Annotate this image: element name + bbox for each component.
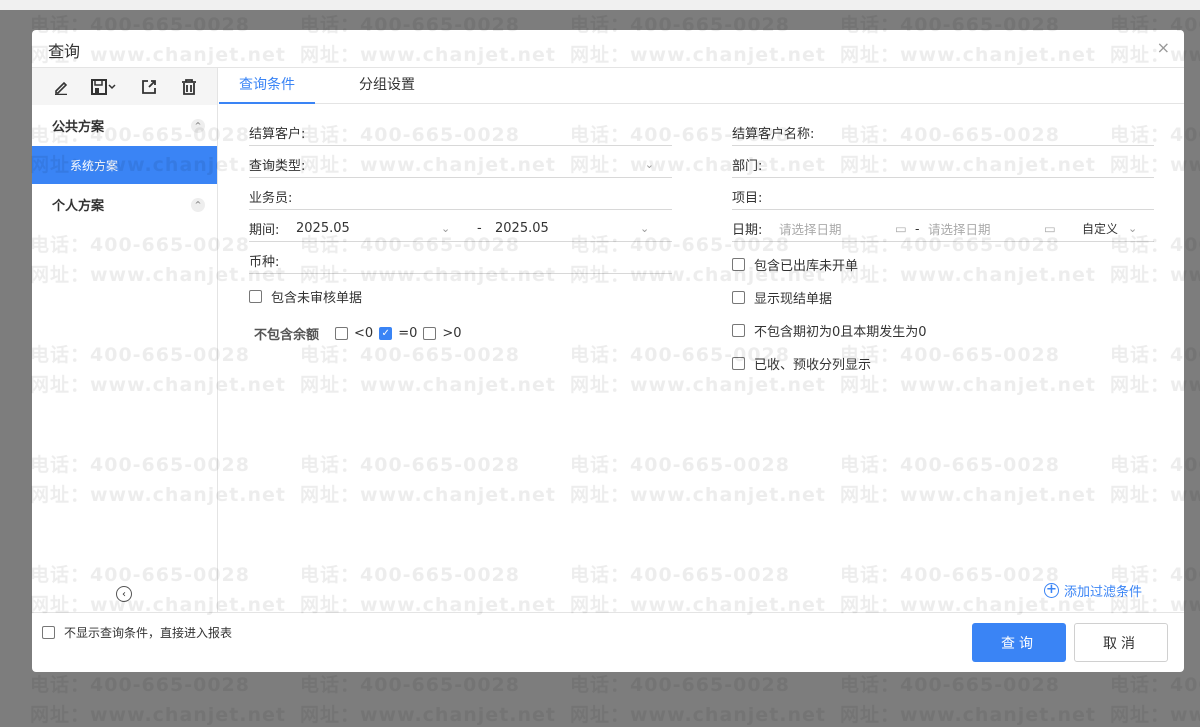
separator: -	[915, 221, 920, 236]
watermark-text: 网址：www.chanjet.net	[30, 704, 286, 726]
eq0-checkbox[interactable]: ✓	[379, 327, 393, 340]
checkbox-label: 包含已出库未开单	[754, 259, 859, 274]
opt-separate-columns-checkbox[interactable]: 已收、预收分列显示	[732, 354, 871, 373]
field-label: 业务员:	[249, 191, 293, 206]
exclude-balance-row: 不包含余额 <0 ✓ =0 >0	[254, 324, 462, 343]
department-field[interactable]: 部门:	[732, 152, 1154, 178]
period-from-select[interactable]: 2025.05	[296, 221, 441, 236]
scheme-item-system[interactable]: 系统方案	[32, 146, 217, 184]
date-mode-select[interactable]: 自定义	[1082, 220, 1128, 237]
edit-icon[interactable]	[50, 76, 72, 98]
plus-circle-icon: +	[1044, 583, 1059, 598]
chevron-up-icon[interactable]: ^	[191, 197, 205, 212]
add-filter-link[interactable]: + 添加过滤条件	[1044, 581, 1142, 600]
customer-name-field[interactable]: 结算客户名称:	[732, 120, 1154, 146]
add-filter-label: 添加过滤条件	[1064, 585, 1143, 600]
project-field[interactable]: 项目:	[732, 184, 1154, 210]
checkbox[interactable]	[732, 291, 745, 304]
checkbox[interactable]	[732, 357, 745, 370]
tab-bar: 查询条件 分组设置	[219, 68, 1184, 104]
field-label: 期间:	[249, 223, 280, 238]
query-button[interactable]: 查询	[972, 623, 1066, 662]
date-to-input[interactable]: 请选择日期	[928, 219, 1044, 238]
tab-query-conditions[interactable]: 查询条件	[219, 68, 315, 104]
watermark-text: 电话：400-665-0028	[300, 674, 520, 696]
watermark-text: 电话：400-665-0028	[30, 674, 250, 696]
delete-icon[interactable]	[178, 76, 200, 98]
checkbox[interactable]	[732, 258, 745, 271]
background-strip	[0, 0, 1200, 10]
checkbox[interactable]	[732, 324, 745, 337]
watermark-text: 网址：www.chanjet.net	[840, 704, 1096, 726]
opt-show-cash-checkbox[interactable]: 显示现结单据	[732, 288, 832, 307]
calendar-icon[interactable]: ▭	[1044, 221, 1082, 236]
include-unaudited-checkbox[interactable]: 包含未审核单据	[249, 287, 362, 306]
skip-conditions-checkbox[interactable]: 不显示查询条件，直接进入报表	[42, 624, 232, 641]
period-to-select[interactable]: 2025.05	[495, 221, 640, 236]
scheme-sidebar: 公共方案 ^ 系统方案 个人方案 ^ ‹	[32, 68, 218, 612]
field-label: 查询类型:	[249, 159, 306, 174]
group-public[interactable]: 公共方案 ^	[32, 105, 217, 146]
collapse-sidebar-icon[interactable]: ‹	[116, 586, 132, 602]
lt0-label: <0	[354, 326, 374, 341]
salesman-field[interactable]: 业务员:	[249, 184, 672, 210]
checkbox-label: 不包含期初为0且本期发生为0	[754, 325, 927, 340]
separator: -	[477, 221, 482, 236]
scheme-toolbar	[32, 68, 217, 105]
date-from-input[interactable]: 请选择日期	[779, 219, 895, 238]
calendar-icon[interactable]: ▭	[895, 221, 915, 236]
gt0-checkbox[interactable]	[423, 327, 437, 340]
gt0-label: >0	[442, 326, 462, 341]
watermark-text: 电话：400-665-0028	[840, 674, 1060, 696]
field-label: 结算客户:	[249, 127, 306, 142]
field-label: 日期:	[732, 223, 763, 238]
exclude-balance-label: 不包含余额	[254, 328, 320, 343]
dialog-title: 查询	[48, 42, 81, 61]
period-field: 期间: 2025.05 ⌄ - 2025.05 ⌄	[249, 216, 672, 242]
checkbox-label: 显示现结单据	[754, 292, 833, 307]
chevron-down-icon[interactable]: ⌄	[1128, 222, 1137, 235]
lt0-checkbox[interactable]	[335, 327, 349, 340]
chevron-down-icon[interactable]: ⌄	[640, 222, 649, 235]
chevron-down-icon: ⌄	[644, 158, 654, 171]
eq0-label: =0	[398, 326, 418, 341]
field-label: 结算客户名称:	[732, 127, 815, 142]
watermark-text: 电话：400-665-0028	[570, 674, 790, 696]
opt-include-shipped-checkbox[interactable]: 包含已出库未开单	[732, 255, 858, 274]
checkbox-label: 包含未审核单据	[271, 291, 363, 306]
group-label: 公共方案	[52, 120, 105, 135]
export-icon[interactable]	[138, 76, 160, 98]
footer-divider	[32, 612, 1184, 613]
cancel-button[interactable]: 取消	[1074, 623, 1168, 662]
query-dialog: 查询 × 公共方案 ^ 系统方案 个人方案 ^ ‹ 查询条件 分组设置 结算客户: …	[32, 30, 1184, 672]
group-label: 个人方案	[52, 199, 105, 214]
field-label: 项目:	[732, 191, 763, 206]
watermark-text: 网址：www.chanjet.net	[300, 704, 556, 726]
checkbox-label: 不显示查询条件，直接进入报表	[64, 626, 233, 640]
chevron-up-icon[interactable]: ^	[191, 118, 205, 133]
opt-exclude-zero-checkbox[interactable]: 不包含期初为0且本期发生为0	[732, 321, 927, 340]
watermark-text: 网址：www.chanjet.net	[1110, 704, 1200, 726]
chevron-down-icon[interactable]: ⌄	[441, 222, 477, 235]
settle-customer-field[interactable]: 结算客户:	[249, 120, 672, 146]
date-field: 日期: 请选择日期 ▭ - 请选择日期 ▭ 自定义 ⌄	[732, 216, 1154, 242]
watermark-text: 网址：www.chanjet.net	[570, 704, 826, 726]
close-icon[interactable]: ×	[1157, 38, 1170, 57]
field-label: 币种:	[249, 255, 280, 270]
checkbox-label: 已收、预收分列显示	[754, 358, 872, 373]
currency-field[interactable]: 币种:	[249, 248, 672, 274]
field-label: 部门:	[732, 159, 763, 174]
checkbox[interactable]	[249, 290, 262, 303]
query-type-select[interactable]: 查询类型: ⌄	[249, 152, 672, 178]
checkbox[interactable]	[42, 626, 55, 639]
watermark-text: 电话：400-665-0028	[1110, 674, 1200, 696]
tab-group-settings[interactable]: 分组设置	[359, 68, 415, 104]
save-icon[interactable]	[90, 76, 120, 98]
group-personal[interactable]: 个人方案 ^	[32, 184, 217, 225]
